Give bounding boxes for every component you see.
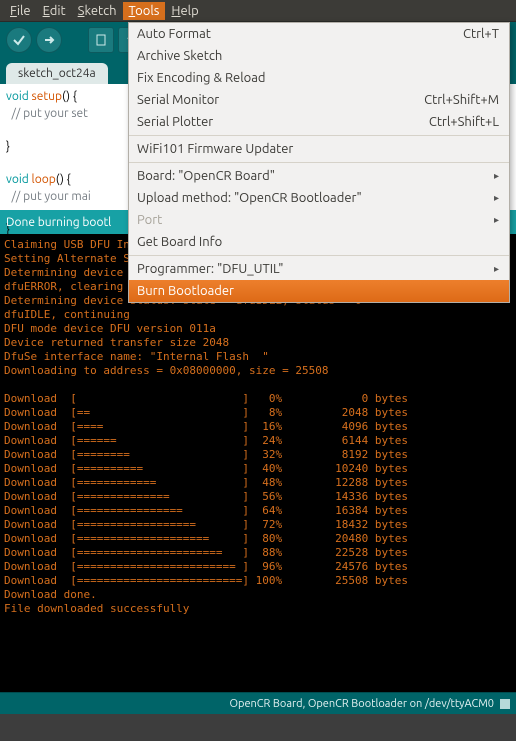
- board-info-text: OpenCR Board, OpenCR Bootloader on /dev/…: [229, 698, 494, 710]
- comment: // put your set: [6, 107, 88, 120]
- menu-archive-sketch[interactable]: Archive Sketch: [129, 45, 509, 67]
- menu-board[interactable]: Board: "OpenCR Board"▸: [129, 165, 509, 187]
- menu-get-board-info[interactable]: Get Board Info: [129, 231, 509, 253]
- menu-serial-monitor[interactable]: Serial MonitorCtrl+Shift+M: [129, 89, 509, 111]
- submenu-arrow-icon: ▸: [494, 192, 499, 204]
- menu-help[interactable]: Help: [165, 2, 204, 20]
- menu-upload-method[interactable]: Upload method: "OpenCR Bootloader"▸: [129, 187, 509, 209]
- menu-edit[interactable]: Edit: [37, 2, 72, 20]
- tools-dropdown: Auto FormatCtrl+T Archive Sketch Fix Enc…: [128, 22, 510, 303]
- menu-burn-bootloader[interactable]: Burn Bootloader: [129, 280, 509, 302]
- submenu-arrow-icon: ▸: [494, 214, 499, 226]
- menu-file[interactable]: File: [4, 2, 37, 20]
- separator: [129, 162, 509, 163]
- menu-programmer[interactable]: Programmer: "DFU_UTIL"▸: [129, 258, 509, 280]
- submenu-arrow-icon: ▸: [494, 170, 499, 182]
- upload-button[interactable]: [36, 27, 62, 53]
- separator: [129, 135, 509, 136]
- submenu-arrow-icon: ▸: [494, 263, 499, 275]
- menu-serial-plotter[interactable]: Serial PlotterCtrl+Shift+L: [129, 111, 509, 133]
- new-button[interactable]: [88, 27, 114, 53]
- menu-fix-encoding[interactable]: Fix Encoding & Reload: [129, 67, 509, 89]
- line-ending-icon: [500, 699, 510, 709]
- footer: OpenCR Board, OpenCR Bootloader on /dev/…: [0, 692, 516, 714]
- menu-port: Port▸: [129, 209, 509, 231]
- sketch-tab[interactable]: sketch_oct24a: [6, 63, 108, 84]
- separator: [129, 255, 509, 256]
- menu-auto-format[interactable]: Auto FormatCtrl+T: [129, 23, 509, 45]
- menubar: File Edit Sketch Tools Help: [0, 0, 516, 22]
- menu-tools[interactable]: Tools: [123, 2, 166, 20]
- menu-sketch[interactable]: Sketch: [72, 2, 123, 20]
- verify-button[interactable]: [6, 27, 32, 53]
- menu-wifi-updater[interactable]: WiFi101 Firmware Updater: [129, 138, 509, 160]
- comment: // put your mai: [6, 190, 91, 203]
